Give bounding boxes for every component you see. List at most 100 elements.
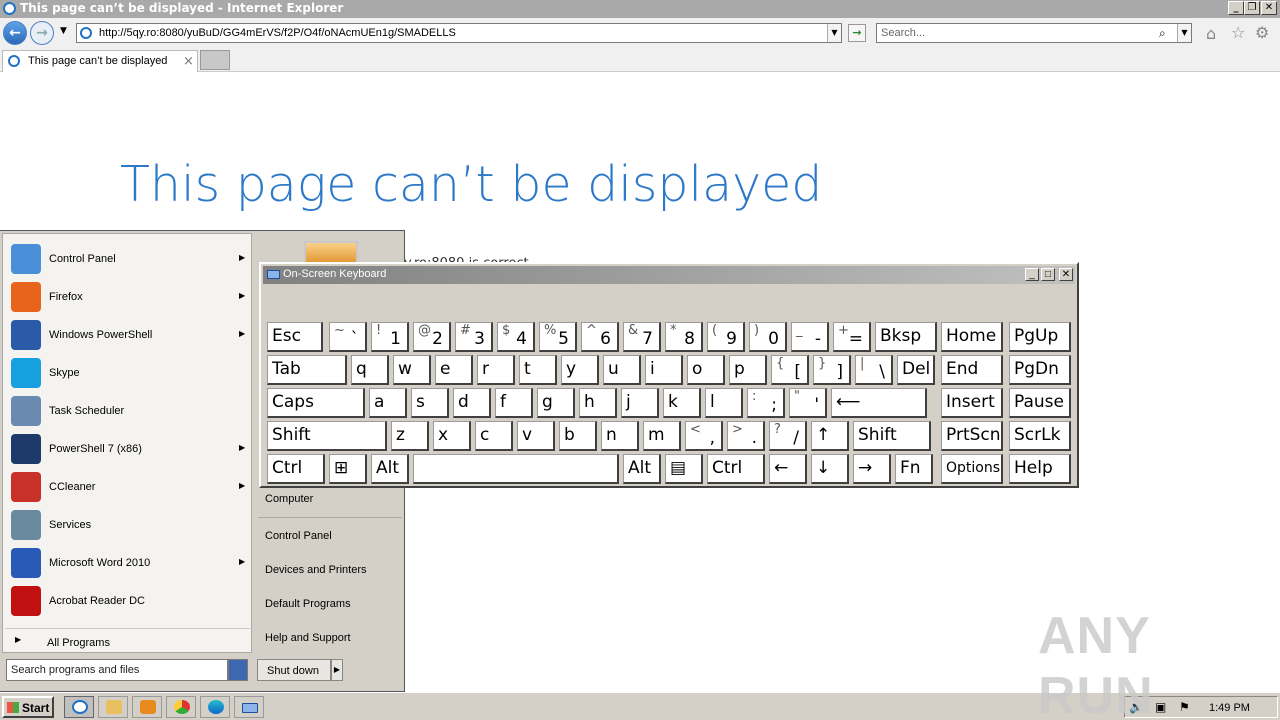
osk-key[interactable]: c xyxy=(475,421,513,451)
home-icon[interactable]: ⌂ xyxy=(1206,24,1216,43)
osk-key[interactable]: Options xyxy=(941,454,1003,484)
osk-key[interactable]: → xyxy=(853,454,891,484)
tab-current[interactable]: This page can’t be displayed × xyxy=(2,50,198,72)
osk-key[interactable]: ▤ xyxy=(665,454,703,484)
go-button[interactable]: → xyxy=(848,24,866,42)
osk-key[interactable]: d xyxy=(453,388,491,418)
osk-key[interactable]: b xyxy=(559,421,597,451)
osk-key[interactable]: h xyxy=(579,388,617,418)
osk-key[interactable]: ScrLk xyxy=(1009,421,1071,451)
taskbar-explorer-button[interactable] xyxy=(98,696,128,718)
osk-key[interactable]: $4 xyxy=(497,322,535,352)
favorites-star-icon[interactable]: ☆ xyxy=(1231,23,1245,42)
tab-close-icon[interactable]: × xyxy=(183,54,194,69)
osk-key[interactable]: y xyxy=(561,355,599,385)
osk-key[interactable]: }] xyxy=(813,355,851,385)
osk-key[interactable]: t xyxy=(519,355,557,385)
osk-key[interactable] xyxy=(413,454,619,484)
osk-key[interactable]: Ctrl xyxy=(267,454,325,484)
osk-key[interactable]: g xyxy=(537,388,575,418)
osk-key[interactable]: Bksp xyxy=(875,322,937,352)
osk-key[interactable]: Ctrl xyxy=(707,454,765,484)
start-button[interactable]: Start xyxy=(2,696,54,718)
osk-key[interactable]: ← xyxy=(769,454,807,484)
osk-maximize-button[interactable]: □ xyxy=(1041,268,1055,281)
osk-key[interactable]: _ - xyxy=(791,322,829,352)
osk-key[interactable]: l xyxy=(705,388,743,418)
osk-key[interactable]: s xyxy=(411,388,449,418)
osk-key[interactable]: u xyxy=(603,355,641,385)
osk-key[interactable]: v xyxy=(517,421,555,451)
osk-key[interactable]: ) 0 xyxy=(749,322,787,352)
shutdown-options-arrow[interactable]: ▶ xyxy=(331,659,343,681)
osk-key[interactable]: Esc xyxy=(267,322,323,352)
osk-key[interactable]: & 7 xyxy=(623,322,661,352)
osk-key[interactable]: #3 xyxy=(455,322,493,352)
osk-key[interactable]: % 5 xyxy=(539,322,577,352)
osk-key[interactable]: Tab xyxy=(267,355,347,385)
start-right-devices-printers[interactable]: Devices and Printers xyxy=(265,564,367,576)
osk-key[interactable]: j xyxy=(621,388,659,418)
osk-key[interactable]: Alt xyxy=(623,454,661,484)
osk-close-button[interactable]: ✕ xyxy=(1059,268,1073,281)
start-right-control-panel[interactable]: Control Panel xyxy=(265,530,332,542)
search-icon[interactable]: ⌕ xyxy=(1159,26,1166,41)
osk-key[interactable]: * 8 xyxy=(665,322,703,352)
osk-key[interactable]: q xyxy=(351,355,389,385)
osk-key[interactable]: <, xyxy=(685,421,723,451)
osk-key[interactable]: ^ 6 xyxy=(581,322,619,352)
osk-key[interactable]: End xyxy=(941,355,1003,385)
history-dropdown-icon[interactable]: ▼ xyxy=(60,26,67,36)
start-program-item[interactable]: PowerShell 7 (x86) ▶ xyxy=(9,430,253,466)
osk-key[interactable]: + = xyxy=(833,322,871,352)
osk-key[interactable]: e xyxy=(435,355,473,385)
osk-key[interactable]: ? / xyxy=(769,421,807,451)
start-right-help-support[interactable]: Help and Support xyxy=(265,632,351,644)
osk-key[interactable]: z xyxy=(391,421,429,451)
new-tab-button[interactable] xyxy=(200,50,230,70)
osk-key[interactable]: Alt xyxy=(371,454,409,484)
osk-key[interactable]: i xyxy=(645,355,683,385)
start-program-item[interactable]: Skype xyxy=(9,354,253,390)
start-search-icon[interactable] xyxy=(228,659,248,681)
osk-key[interactable]: ! 1 xyxy=(371,322,409,352)
osk-key[interactable]: x xyxy=(433,421,471,451)
osk-key[interactable]: a xyxy=(369,388,407,418)
osk-key[interactable]: PgDn xyxy=(1009,355,1071,385)
osk-key[interactable]: r xyxy=(477,355,515,385)
start-program-item[interactable]: Control Panel ▶ xyxy=(9,240,253,276)
start-right-computer[interactable]: Computer xyxy=(265,493,313,505)
search-input[interactable]: Search... xyxy=(881,27,925,39)
osk-key[interactable]: PgUp xyxy=(1009,322,1071,352)
osk-key[interactable]: PrtScn xyxy=(941,421,1003,451)
back-button[interactable]: ← xyxy=(3,21,27,45)
start-program-item[interactable]: Task Scheduler xyxy=(9,392,253,428)
start-program-item[interactable]: CCleaner ▶ xyxy=(9,468,253,504)
osk-key[interactable]: p xyxy=(729,355,767,385)
osk-key[interactable]: Del xyxy=(897,355,935,385)
osk-key[interactable]: Home xyxy=(941,322,1003,352)
osk-key[interactable]: ~ ` xyxy=(329,322,367,352)
osk-key[interactable]: n xyxy=(601,421,639,451)
osk-key[interactable]: >. xyxy=(727,421,765,451)
start-search-input[interactable]: Search programs and files xyxy=(6,659,228,681)
taskbar-osk-button[interactable] xyxy=(234,696,264,718)
osk-key[interactable]: Fn xyxy=(895,454,933,484)
osk-minimize-button[interactable]: _ xyxy=(1025,268,1039,281)
osk-key[interactable]: Shift xyxy=(267,421,387,451)
search-box[interactable]: Search... ⌕ ▼ xyxy=(876,23,1192,43)
minimize-button[interactable]: _ xyxy=(1228,1,1244,15)
osk-key[interactable]: ↓ xyxy=(811,454,849,484)
osk-key[interactable]: Pause xyxy=(1009,388,1071,418)
gear-icon[interactable]: ⚙ xyxy=(1255,23,1269,42)
start-program-item[interactable]: Microsoft Word 2010 ▶ xyxy=(9,544,253,580)
osk-key[interactable]: Shift xyxy=(853,421,931,451)
taskbar-ie-button[interactable] xyxy=(64,696,94,718)
osk-key[interactable]: ⊞ xyxy=(329,454,367,484)
close-button[interactable]: ✕ xyxy=(1261,1,1277,15)
forward-button[interactable]: → xyxy=(30,21,54,45)
shutdown-button[interactable]: Shut down xyxy=(257,659,331,681)
all-programs-item[interactable]: ▶ All Programs xyxy=(5,628,255,652)
osk-key[interactable]: f xyxy=(495,388,533,418)
taskbar-media-player-button[interactable] xyxy=(132,696,162,718)
